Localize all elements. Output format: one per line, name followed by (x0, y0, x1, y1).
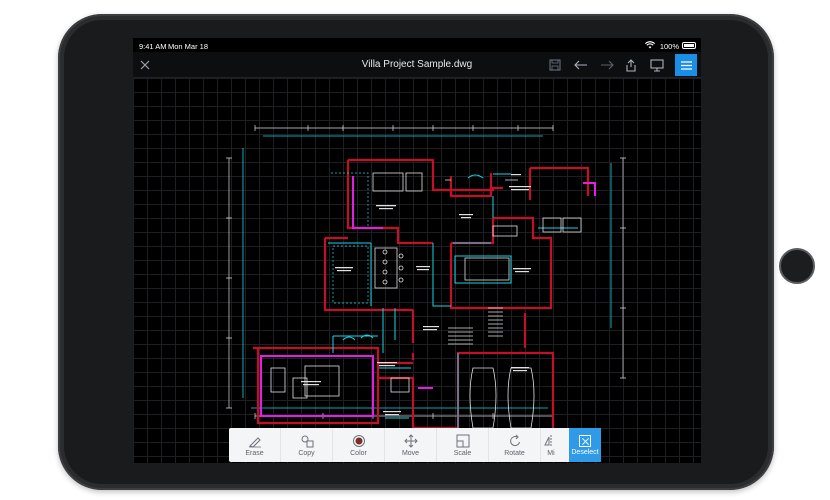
status-bar: 9:41 AM Mon Mar 18 100% (133, 38, 701, 52)
undo-icon[interactable] (573, 57, 589, 73)
share-icon[interactable] (623, 57, 639, 73)
move-icon (403, 433, 418, 448)
edit-toolbar: Erase Copy Color Move Scale Rotate Mi De… (229, 428, 601, 462)
status-time: 9:41 AM (139, 42, 167, 51)
deselect-icon (579, 434, 591, 447)
color-label: Color (350, 449, 367, 457)
move-tool[interactable]: Move (385, 428, 437, 462)
erase-label: Erase (245, 449, 264, 457)
copy-tool[interactable]: Copy (281, 428, 333, 462)
redo-icon[interactable] (599, 57, 615, 73)
app-toolbar: Villa Project Sample.dwg (133, 52, 701, 78)
cyan-elements (328, 173, 578, 438)
status-date: Mon Mar 18 (168, 42, 209, 51)
erase-tool[interactable]: Erase (229, 428, 281, 462)
home-button[interactable] (779, 248, 815, 284)
mirror-icon (544, 434, 552, 447)
color-icon (352, 434, 365, 447)
deselect-label: Deselect (571, 448, 599, 456)
room-labels (301, 174, 531, 416)
drawing-canvas[interactable] (133, 78, 701, 463)
wifi-icon (644, 41, 656, 51)
rotate-icon (509, 434, 520, 446)
deselect-button[interactable]: Deselect (569, 428, 601, 462)
magenta-elements (260, 176, 596, 417)
cyan-dimension-lines (242, 135, 612, 409)
screen: 9:41 AM Mon Mar 18 100% Villa Project Sa… (133, 38, 701, 463)
menu-button[interactable] (675, 54, 697, 76)
rotate-label: Rotate (504, 449, 525, 457)
mirror-tool[interactable]: Mi (541, 428, 561, 462)
copy-label: Copy (298, 449, 315, 457)
scale-tool[interactable]: Scale (437, 428, 489, 462)
battery-percentage: 100% (659, 42, 679, 51)
hamburger-icon (680, 60, 692, 70)
scale-icon (456, 434, 469, 447)
battery-icon (682, 42, 696, 49)
copy-icon (301, 435, 313, 447)
scale-label: Scale (453, 449, 472, 457)
eraser-icon (248, 436, 261, 448)
floor-plan-drawing (226, 125, 626, 442)
furniture (270, 172, 582, 434)
dimension-lines (226, 125, 626, 419)
move-label: Move (401, 449, 420, 457)
mirror-label: Mi (547, 449, 555, 457)
presentation-icon[interactable] (649, 57, 665, 73)
rotate-tool[interactable]: Rotate (489, 428, 541, 462)
document-title: Villa Project Sample.dwg (361, 59, 473, 70)
color-tool[interactable]: Color (333, 428, 385, 462)
save-icon[interactable] (547, 57, 563, 73)
